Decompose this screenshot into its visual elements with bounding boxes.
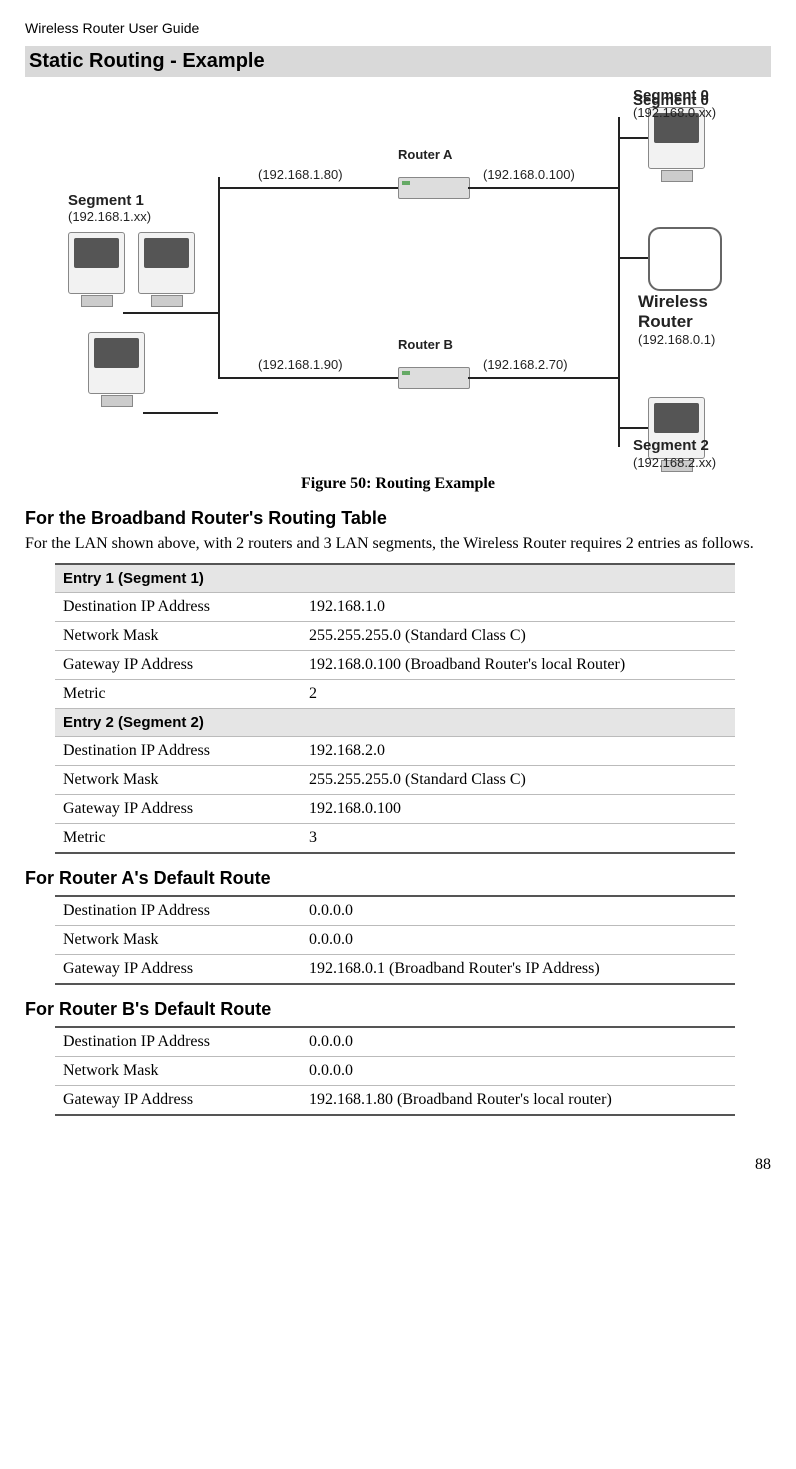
segment2-ip: (192.168.2.xx) bbox=[633, 455, 716, 470]
table-row: Gateway IP Address192.168.0.1 (Broadband… bbox=[55, 955, 735, 985]
cell-label: Network Mask bbox=[55, 622, 301, 651]
cell-label: Gateway IP Address bbox=[55, 651, 301, 680]
cell-value: 192.168.2.0 bbox=[301, 737, 735, 766]
routing-table-a: Destination IP Address0.0.0.0 Network Ma… bbox=[55, 895, 735, 985]
subheading-router-a: For Router A's Default Route bbox=[25, 868, 771, 889]
cell-label: Network Mask bbox=[55, 766, 301, 795]
router-icon bbox=[398, 177, 470, 199]
table-row: Destination IP Address0.0.0.0 bbox=[55, 1027, 735, 1057]
router-b-right-ip: (192.168.2.70) bbox=[483, 357, 568, 372]
router-a-right-ip: (192.168.0.100) bbox=[483, 167, 575, 182]
cell-value: 0.0.0.0 bbox=[301, 896, 735, 926]
entry2-header: Entry 2 (Segment 2) bbox=[55, 709, 735, 737]
table-row: Network Mask255.255.255.0 (Standard Clas… bbox=[55, 622, 735, 651]
table-row: Destination IP Address192.168.1.0 bbox=[55, 593, 735, 622]
wireless-ip: (192.168.0.1) bbox=[638, 332, 715, 347]
line bbox=[468, 187, 618, 189]
cell-label: Destination IP Address bbox=[55, 737, 301, 766]
routing-diagram: Segment 1 (192.168.1.xx) (192.168.1.80) … bbox=[58, 87, 738, 467]
subheading-router-b: For Router B's Default Route bbox=[25, 999, 771, 1020]
subheading-broadband-table: For the Broadband Router's Routing Table bbox=[25, 508, 771, 529]
cell-value: 0.0.0.0 bbox=[301, 1057, 735, 1086]
pc-icon bbox=[68, 232, 125, 294]
cell-value: 192.168.1.80 (Broadband Router's local r… bbox=[301, 1086, 735, 1116]
cell-value: 192.168.0.1 (Broadband Router's IP Addre… bbox=[301, 955, 735, 985]
wireless-label2: Router bbox=[638, 312, 693, 332]
section-title: Static Routing - Example bbox=[25, 46, 771, 77]
cell-value: 255.255.255.0 (Standard Class C) bbox=[301, 766, 735, 795]
table-row: Gateway IP Address192.168.0.100 bbox=[55, 795, 735, 824]
cell-label: Gateway IP Address bbox=[55, 1086, 301, 1116]
cell-value: 0.0.0.0 bbox=[301, 1027, 735, 1057]
cell-value: 255.255.255.0 (Standard Class C) bbox=[301, 622, 735, 651]
wireless-router-box bbox=[648, 227, 722, 291]
cell-value: 192.168.0.100 bbox=[301, 795, 735, 824]
table-row: Network Mask0.0.0.0 bbox=[55, 1057, 735, 1086]
wireless-label1: Wireless bbox=[638, 292, 708, 312]
paragraph: For the LAN shown above, with 2 routers … bbox=[25, 535, 771, 553]
cell-label: Gateway IP Address bbox=[55, 955, 301, 985]
cell-label: Network Mask bbox=[55, 926, 301, 955]
segment0-title-real: Segment 0 bbox=[633, 87, 709, 104]
table-row: Destination IP Address192.168.2.0 bbox=[55, 737, 735, 766]
line bbox=[618, 257, 648, 259]
entry1-header: Entry 1 (Segment 1) bbox=[55, 564, 735, 593]
line bbox=[143, 412, 218, 414]
table-row: Metric3 bbox=[55, 824, 735, 854]
cell-label: Destination IP Address bbox=[55, 896, 301, 926]
router-a-label: Router A bbox=[398, 147, 452, 162]
routing-table-b: Destination IP Address0.0.0.0 Network Ma… bbox=[55, 1026, 735, 1116]
line bbox=[618, 137, 648, 139]
cell-value: 0.0.0.0 bbox=[301, 926, 735, 955]
line bbox=[618, 427, 648, 429]
cell-value: 2 bbox=[301, 680, 735, 709]
table-row: Network Mask255.255.255.0 (Standard Clas… bbox=[55, 766, 735, 795]
pc-icon bbox=[138, 232, 195, 294]
segment2-title: Segment 2 bbox=[633, 437, 709, 454]
line bbox=[218, 377, 408, 379]
router-b-label: Router B bbox=[398, 337, 453, 352]
routing-table-1: Entry 1 (Segment 1) Destination IP Addre… bbox=[55, 563, 735, 854]
figure-caption: Figure 50: Routing Example bbox=[25, 475, 771, 493]
cell-label: Gateway IP Address bbox=[55, 795, 301, 824]
line bbox=[218, 187, 408, 189]
pc-icon bbox=[88, 332, 145, 394]
cell-label: Metric bbox=[55, 824, 301, 854]
cell-value: 192.168.1.0 bbox=[301, 593, 735, 622]
segment1-ip: (192.168.1.xx) bbox=[68, 209, 151, 224]
line bbox=[168, 312, 218, 314]
cell-label: Destination IP Address bbox=[55, 593, 301, 622]
table-row: Metric2 bbox=[55, 680, 735, 709]
router-icon bbox=[398, 367, 470, 389]
cell-value: 192.168.0.100 (Broadband Router's local … bbox=[301, 651, 735, 680]
table-row: Network Mask0.0.0.0 bbox=[55, 926, 735, 955]
line bbox=[218, 177, 220, 377]
table-row: Gateway IP Address192.168.1.80 (Broadban… bbox=[55, 1086, 735, 1116]
cell-label: Network Mask bbox=[55, 1057, 301, 1086]
page-number: 88 bbox=[25, 1156, 771, 1174]
cell-label: Metric bbox=[55, 680, 301, 709]
cell-value: 3 bbox=[301, 824, 735, 854]
router-b-left-ip: (192.168.1.90) bbox=[258, 357, 343, 372]
segment0-ip-real: (192.168.0.xx) bbox=[633, 105, 716, 120]
router-a-left-ip: (192.168.1.80) bbox=[258, 167, 343, 182]
table-row: Destination IP Address0.0.0.0 bbox=[55, 896, 735, 926]
table-row: Gateway IP Address192.168.0.100 (Broadba… bbox=[55, 651, 735, 680]
line bbox=[618, 117, 620, 447]
segment1-title: Segment 1 bbox=[68, 192, 144, 209]
document-header: Wireless Router User Guide bbox=[25, 20, 771, 36]
cell-label: Destination IP Address bbox=[55, 1027, 301, 1057]
line bbox=[468, 377, 618, 379]
